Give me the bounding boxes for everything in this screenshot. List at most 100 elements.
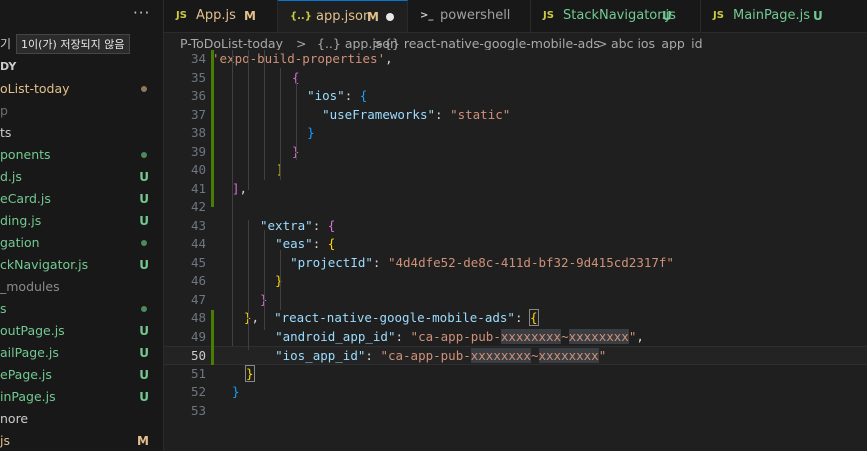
code-text: 'expo-build-properties', [212, 51, 393, 66]
line-number: 35 [190, 69, 206, 85]
folder-status-dot-icon [141, 240, 147, 246]
code-line[interactable]: 49 "android_app_id": "ca-app-pub-xxxxxxx… [164, 328, 867, 347]
code-line[interactable]: 51} [164, 364, 867, 384]
code-text: "projectId": "4d4dfe52-de8c-411d-bf32-9d… [290, 254, 674, 270]
tree-item-label: ckNavigator.js [0, 257, 89, 272]
tab[interactable]: JS MainPage.js U [701, 0, 867, 32]
code-text: ], [232, 180, 248, 196]
indent-guide [264, 230, 265, 330]
tree-item-label: DY [0, 60, 17, 73]
tree-item-label: p [0, 103, 8, 118]
code-line[interactable]: 37 "useFrameworks": "static" [164, 106, 867, 125]
code-line[interactable]: 39} [164, 143, 867, 162]
tree-item[interactable]: js M [0, 430, 163, 451]
folder-status-dot-icon [141, 306, 147, 312]
code-line[interactable]: 52} [164, 383, 867, 402]
code-line[interactable]: 41], [164, 180, 867, 199]
code-line[interactable]: 44 "eas": { [164, 235, 867, 254]
tree-item[interactable]: ailPage.js U [0, 342, 163, 364]
tree-item[interactable]: nore [0, 408, 163, 430]
js-file-icon: JS [176, 10, 187, 21]
indent-guide [264, 50, 265, 180]
code-line[interactable]: 46 } [164, 272, 867, 291]
line-number: 36 [190, 88, 206, 103]
code-line[interactable]: 50 "ios_app_id": "ca-app-pub-xxxxxxxx~xx… [164, 346, 867, 365]
tree-item-label: gation [0, 235, 40, 250]
tree-item-label: d.js [0, 169, 22, 184]
line-number: 40 [190, 162, 206, 177]
line-number: 46 [190, 273, 206, 288]
code-line[interactable]: 45 "projectId": "4d4dfe52-de8c-411d-bf32… [164, 254, 867, 273]
indent-guide [280, 68, 281, 180]
line-number: 48 [190, 310, 206, 325]
tab-git-status: M [367, 10, 379, 24]
code-line[interactable]: 38 } [164, 124, 867, 143]
code-line[interactable]: 53 [164, 402, 867, 421]
code-line[interactable]: 40] [164, 161, 867, 180]
tree-item-label: oList-today [0, 81, 70, 96]
line-number: 37 [190, 106, 206, 122]
code-line[interactable]: 35{ [164, 69, 867, 88]
tree-item[interactable]: p [0, 100, 163, 122]
tree-item[interactable]: ponents [0, 144, 163, 166]
line-number: 51 [190, 365, 206, 381]
unsaved-dot-icon[interactable] [386, 13, 394, 21]
tree-item[interactable]: d.js U [0, 166, 163, 188]
indent-guide [248, 50, 249, 190]
js-file-icon: JS [713, 10, 724, 21]
tab[interactable]: {..} app.json M [278, 0, 408, 32]
tree-item[interactable]: inPage.js U [0, 386, 163, 408]
line-number: 52 [190, 384, 206, 399]
unsaved-row: 기 1이(가) 저장되지 않음 [0, 34, 163, 54]
file-tree: DY oList-today p ts ponents d.js UeCard.js Udin… [0, 56, 163, 451]
tree-item[interactable]: gation [0, 232, 163, 254]
line-number: 34 [190, 51, 206, 66]
tree-item[interactable]: oList-today [0, 78, 163, 100]
tab[interactable]: >_ powershell [408, 0, 531, 32]
line-number: 49 [190, 328, 206, 344]
tab-label: MainPage.js [733, 8, 811, 23]
code-text: } [245, 364, 255, 382]
code-line[interactable]: 48 }, "react-native-google-mobile-ads": { [164, 309, 867, 328]
tree-item-label: nore [0, 411, 29, 426]
tree-item[interactable]: ePage.js U [0, 364, 163, 386]
code-line[interactable]: 43 "extra": { [164, 217, 867, 236]
tree-item[interactable]: _modules [0, 276, 163, 298]
editor-tabs: JS App.js M {..} app.json M >_ powershell JS Stac… [164, 0, 867, 33]
tab-git-status: U [813, 9, 823, 23]
tree-item[interactable]: ts [0, 122, 163, 144]
line-number: 47 [190, 291, 206, 307]
code-line[interactable]: 42 [164, 198, 867, 217]
tree-item[interactable]: ding.js U [0, 210, 163, 232]
indent-guide [248, 220, 249, 350]
tree-item-label: ts [0, 125, 12, 140]
tab[interactable]: JS StackNavigator.js U [531, 0, 701, 32]
tree-item[interactable]: eCard.js U [0, 188, 163, 210]
line-number: 53 [190, 402, 206, 418]
more-actions-button[interactable]: ··· [133, 4, 150, 22]
tree-item[interactable]: outPage.js U [0, 320, 163, 342]
tree-item-label: ePage.js [0, 367, 52, 382]
unsaved-tooltip: 1이(가) 저장되지 않음 [16, 34, 130, 54]
code-editor[interactable]: 34 'expo-build-properties', 35{36 "ios": {… [164, 50, 867, 451]
code-line[interactable]: 34 'expo-build-properties', [164, 50, 867, 69]
indent-guide [296, 80, 297, 160]
code-line[interactable]: 36 "ios": { [164, 87, 867, 106]
git-status-badge: U [139, 324, 149, 338]
tree-item[interactable]: s [0, 298, 163, 320]
line-number: 43 [190, 217, 206, 233]
code-text: "extra": { [260, 217, 336, 233]
tree-item-label: inPage.js [0, 389, 56, 404]
git-status-badge: U [139, 170, 149, 184]
tree-item[interactable]: ckNavigator.js U [0, 254, 163, 276]
code-text: "ios_app_id": "ca-app-pub-xxxxxxxx~xxxxx… [275, 348, 607, 363]
tab-git-status: U [662, 9, 672, 23]
tab-label: App.js [196, 8, 236, 23]
tab-label: powershell [440, 8, 511, 23]
tree-item[interactable]: DY [0, 56, 163, 78]
tab[interactable]: JS App.js M [164, 0, 278, 32]
code-line[interactable]: 47} [164, 291, 867, 310]
code-text: "useFrameworks": "static" [322, 106, 511, 122]
code-text: }, "react-native-google-mobile-ads": { [244, 309, 539, 326]
line-number: 45 [190, 254, 206, 270]
